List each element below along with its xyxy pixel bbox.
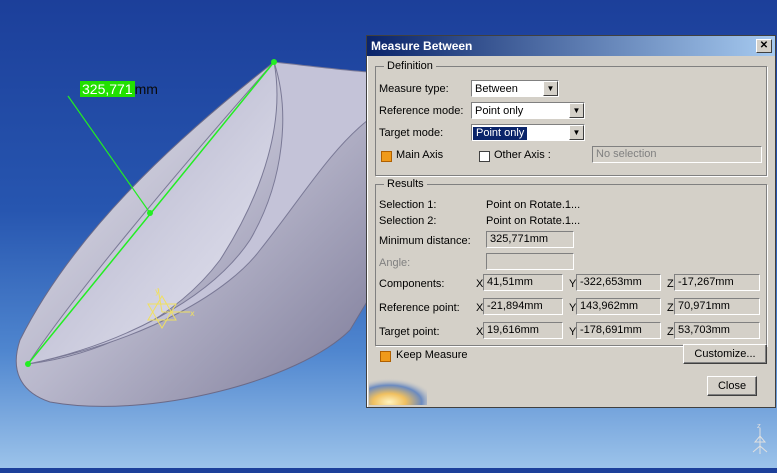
selection1-value: Point on Rotate.1...: [486, 199, 581, 211]
other-axis-label: Other Axis :: [494, 149, 551, 161]
compass-icon[interactable]: z: [751, 422, 769, 456]
main-axis-checkbox[interactable]: [381, 151, 392, 162]
distance-unit: mm: [134, 81, 158, 97]
measure-type-label: Measure type:: [379, 83, 449, 95]
target-mode-dropdown[interactable]: Point only ▼: [471, 124, 585, 141]
keep-measure-checkbox[interactable]: [380, 351, 391, 362]
target-z-field: 53,703mm: [674, 322, 760, 339]
distance-label: 325,771 mm: [80, 81, 158, 97]
selection2-label: Selection 2:: [379, 215, 437, 227]
target-z-axis: Z: [667, 326, 674, 338]
angle-field: [486, 253, 574, 270]
measure-between-dialog: Measure Between ✕ Definition Measure typ…: [366, 35, 776, 408]
angle-label: Angle:: [379, 257, 411, 269]
definition-legend: Definition: [384, 60, 436, 72]
app-logo-icon: [369, 375, 427, 405]
reference-z-axis: Z: [667, 302, 674, 314]
distance-value: 325,771: [80, 81, 135, 97]
close-button[interactable]: Close: [707, 376, 757, 396]
selection2-value: Point on Rotate.1...: [486, 215, 581, 227]
reference-x-field: -21,894mm: [483, 298, 563, 315]
reference-mode-label: Reference mode:: [379, 105, 464, 117]
chevron-down-icon[interactable]: ▼: [569, 103, 584, 118]
svg-text:x: x: [190, 309, 195, 318]
components-y-field: -322,653mm: [576, 274, 661, 291]
customize-button[interactable]: Customize...: [683, 344, 767, 364]
svg-text:y: y: [155, 287, 160, 296]
measure-type-value: Between: [475, 83, 518, 95]
other-axis-checkbox[interactable]: [479, 151, 490, 162]
chevron-down-icon[interactable]: ▼: [569, 125, 584, 140]
keep-measure-label: Keep Measure: [396, 349, 468, 361]
reference-mode-dropdown[interactable]: Point only ▼: [471, 102, 585, 119]
components-label: Components:: [379, 278, 445, 290]
target-mode-value: Point only: [473, 127, 528, 140]
target-x-field: 19,616mm: [483, 322, 563, 339]
reference-y-field: 143,962mm: [576, 298, 661, 315]
dialog-titlebar[interactable]: Measure Between ✕: [367, 36, 775, 56]
dialog-title: Measure Between: [371, 39, 473, 53]
reference-point-label: Reference point:: [379, 302, 460, 314]
svg-text:z: z: [757, 422, 761, 430]
chevron-down-icon[interactable]: ▼: [543, 81, 558, 96]
close-icon[interactable]: ✕: [756, 39, 772, 53]
other-axis-field[interactable]: No selection: [592, 146, 762, 163]
dimension-leader-line: [67, 95, 151, 214]
reference-mode-value: Point only: [475, 105, 524, 117]
target-point-label: Target point:: [379, 326, 440, 338]
measure-type-dropdown[interactable]: Between ▼: [471, 80, 559, 97]
components-z-field: -17,267mm: [674, 274, 760, 291]
definition-group: Definition Measure type: Between ▼ Refer…: [375, 60, 767, 176]
main-axis-label: Main Axis: [396, 149, 444, 161]
min-distance-field: 325,771mm: [486, 231, 574, 248]
results-legend: Results: [384, 178, 427, 190]
components-x-field: 41,51mm: [483, 274, 563, 291]
components-z-axis: Z: [667, 278, 674, 290]
target-mode-label: Target mode:: [379, 127, 444, 139]
target-y-field: -178,691mm: [576, 322, 661, 339]
results-group: Results Selection 1: Point on Rotate.1..…: [375, 178, 767, 346]
selection1-label: Selection 1:: [379, 199, 437, 211]
reference-z-field: 70,971mm: [674, 298, 760, 315]
min-distance-label: Minimum distance:: [379, 235, 471, 247]
